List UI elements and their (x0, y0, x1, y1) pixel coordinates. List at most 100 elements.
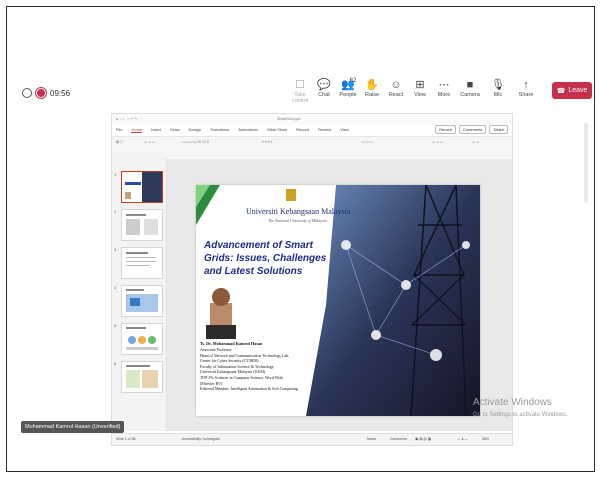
record-button[interactable]: Record (435, 125, 456, 134)
more-button[interactable]: ⋯ More (432, 79, 456, 104)
slide-thumbnail-4[interactable] (121, 285, 163, 317)
font-group[interactable]: ▭▭▭▭▭ B I U S (182, 140, 209, 144)
take-control-button[interactable]: ☐ Take control (288, 79, 312, 104)
chat-icon: 💬 (317, 79, 331, 91)
editing-group[interactable]: ▭ ▭ (472, 140, 479, 144)
menu-tab-slide-show[interactable]: Slide Show (267, 127, 287, 133)
control-label: Camera (460, 92, 480, 98)
activate-windows-title: Activate Windows (473, 397, 552, 408)
slide-count: Slide 1 of 38 (116, 437, 136, 441)
raise-button[interactable]: ✋ Raise (360, 79, 384, 104)
menu-tab-transitions[interactable]: Transitions (210, 127, 229, 133)
university-name: Universiti Kebangsaan Malaysia (246, 207, 351, 216)
control-label: View (414, 92, 426, 98)
ppt-title-bar: ● ○ ○ ⌂ ↶ ↷ SmartGrid.pptx (112, 114, 512, 124)
recording-icon (37, 89, 45, 97)
thumbnail-image (126, 289, 158, 312)
people-button[interactable]: 👥 62 People (336, 78, 360, 104)
thumbnail-image (126, 252, 156, 266)
mic-off-icon: 🎙 (491, 79, 505, 91)
control-label: Chat (318, 92, 330, 98)
view-buttons[interactable]: ▣ ▤ ▥ ▦ (415, 437, 431, 441)
menu-tab-home[interactable]: Home (131, 127, 143, 133)
take-control-icon: ☐ (295, 79, 305, 91)
control-label: More (437, 92, 451, 98)
chat-button[interactable]: 💬 Chat (312, 79, 336, 104)
leave-button[interactable]: ☎ Leave (552, 82, 592, 99)
view-icon: ⊞ (415, 79, 425, 91)
menu-tab-file[interactable]: File (116, 127, 122, 133)
slide-thumbnail-3[interactable] (121, 247, 163, 279)
comments-button[interactable]: Comments (458, 125, 487, 134)
drawing-group[interactable]: ▭ ◇ ▭ (362, 140, 373, 144)
react-icon: ☺ (390, 79, 402, 91)
thumb-number: 5 (114, 323, 117, 328)
menu-tab-design[interactable]: Design (188, 127, 200, 133)
ribbon-right-actions: Record Comments Share (435, 125, 508, 134)
thumb-number: 2 (114, 209, 117, 214)
menu-tab-insert[interactable]: Insert (151, 127, 161, 133)
author-line: Editorial Member: Intelligent Automation… (200, 386, 298, 392)
react-button[interactable]: ☺ React (384, 79, 408, 104)
thumb-number: 6 (114, 361, 117, 366)
zoom-slider[interactable]: — ● — (457, 437, 468, 441)
ribbon-menu: File Home Insert Draw Design Transitions Anima… (116, 127, 349, 133)
ribbon-toolbar: ▤ ▢ ▭ ▭ ▭ ▭▭▭▭▭ B I U S ≡ ≡ ≡ ≡ ▭ ◇ ▭ ▭ … (112, 136, 512, 160)
meeting-controls: ☐ Take control 💬 Chat 👥 62 People ✋ Raise ☺ React ⊞… (288, 78, 540, 104)
author-name: Ts. Dr. Mohammad Kamrul Hasan (200, 341, 263, 346)
slide-thumbnail-1[interactable] (121, 171, 163, 203)
control-label: Take control (291, 92, 309, 104)
comments-status-button[interactable]: Comments (390, 437, 407, 441)
slide-thumbnail-5[interactable] (121, 323, 163, 355)
leave-label: Leave (568, 87, 588, 94)
mic-button[interactable]: 🎙 Mic (484, 79, 512, 104)
control-label: People (339, 92, 357, 98)
view-button[interactable]: ⊞ View (408, 79, 432, 104)
share-button[interactable]: ↑ Share (512, 79, 540, 104)
thumbnail-image (126, 214, 158, 235)
raise-hand-icon: ✋ (365, 79, 379, 91)
control-label: Share (518, 92, 534, 98)
control-label: Raise (364, 92, 380, 98)
zoom-level: 68% (482, 437, 490, 441)
share-ppt-button[interactable]: Share (489, 125, 508, 134)
thumb-number: 1 (114, 172, 117, 177)
thumb-number: 3 (114, 247, 117, 252)
control-label: Mic (493, 92, 503, 98)
notes-button[interactable]: Notes (367, 437, 376, 441)
thumbnail-image (126, 327, 158, 350)
slide-thumbnail-2[interactable] (121, 209, 163, 241)
ppt-status-bar: Slide 1 of 38 Accessibility: Investigate… (112, 433, 512, 445)
camera-button[interactable]: ■ Camera (456, 79, 484, 104)
thumbnail-image (126, 365, 158, 388)
paste-group[interactable]: ▤ ▢ (116, 140, 123, 144)
camera-off-icon: ■ (466, 79, 474, 91)
slide-editor: Universiti Kebangsaan Malaysia The Natio… (167, 159, 512, 431)
current-slide[interactable]: Universiti Kebangsaan Malaysia The Natio… (196, 185, 480, 416)
slides-group[interactable]: ▭ ▭ ▭ (144, 140, 155, 144)
accessibility-status[interactable]: Accessibility: Investigate (182, 437, 220, 441)
side-scrollbar[interactable] (584, 123, 588, 203)
menu-tab-review[interactable]: Review (318, 127, 331, 133)
recording-indicator: 09:56 (22, 88, 70, 98)
activate-windows-subtitle: Go to Settings to activate Windows. (473, 412, 568, 418)
presenter-name-tag: Mohammad Kamrul Hasan (Unverified) (21, 421, 125, 433)
thumb-number: 4 (114, 285, 117, 290)
meeting-timer: 09:56 (50, 88, 71, 98)
control-label: React (388, 92, 404, 98)
slide-thumbnail-6[interactable] (121, 361, 163, 393)
ppt-window-title: SmartGrid.pptx (277, 117, 301, 121)
menu-tab-view[interactable]: View (340, 127, 349, 133)
menu-tab-draw[interactable]: Draw (170, 127, 179, 133)
thumbnail-image (122, 172, 162, 202)
more-icon: ⋯ (438, 79, 450, 91)
share-icon: ↑ (523, 79, 529, 91)
shared-powerpoint-window: ● ○ ○ ⌂ ↶ ↷ SmartGrid.pptx File Home Inser… (111, 113, 513, 446)
quick-access-toolbar: ● ○ ○ ⌂ ↶ ↷ (116, 117, 138, 121)
author-details: Associate Professor Head of Network and … (200, 347, 298, 392)
menu-tab-record[interactable]: Record (296, 127, 309, 133)
designer-group[interactable]: ▭ ▭ ▭ (432, 140, 443, 144)
people-icon: 👥 (341, 79, 355, 91)
menu-tab-animations[interactable]: Animations (238, 127, 258, 133)
paragraph-group[interactable]: ≡ ≡ ≡ ≡ (262, 140, 272, 144)
